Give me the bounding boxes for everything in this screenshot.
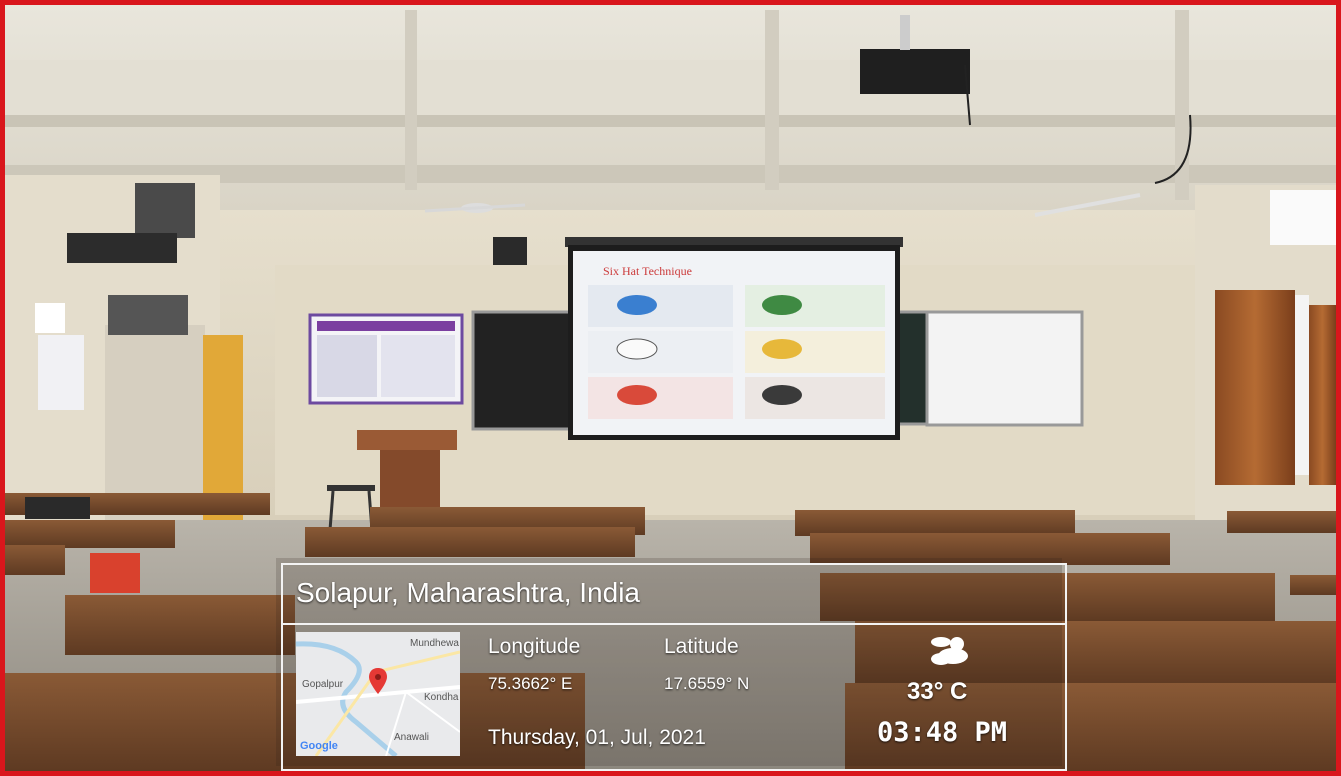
- longitude-label: Longitude: [488, 635, 581, 658]
- location-map[interactable]: Mundhewa Gopalpur Kondha Anawali Google: [296, 632, 460, 756]
- photo-frame: Six Hat Technique Solapur, Maharashtra, …: [0, 0, 1341, 776]
- latitude-label: Latitude: [664, 635, 739, 658]
- temperature: 33° C: [907, 678, 968, 705]
- latitude-value: 17.6559° N: [664, 674, 750, 693]
- map-label-kondha: Kondha: [424, 692, 459, 703]
- location-title-row: Solapur, Maharashtra, India: [283, 565, 1065, 625]
- time-text: 03:48 PM: [877, 717, 1008, 748]
- date-text: Thursday, 01, Jul, 2021: [488, 726, 706, 749]
- map-label-gopalpur: Gopalpur: [302, 679, 344, 690]
- location-pin-icon: [369, 668, 387, 694]
- partly-cloudy-icon: [931, 637, 968, 665]
- map-label-mundhewa: Mundhewa: [410, 638, 459, 649]
- longitude-value: 75.3662° E: [488, 674, 573, 693]
- map-label-anawali: Anawali: [394, 732, 430, 743]
- google-logo: Google: [300, 740, 338, 752]
- geotag-overlay: Solapur, Maharashtra, India Mundhewa Gop…: [281, 563, 1067, 771]
- slide-title: Six Hat Technique: [603, 264, 692, 278]
- location-title: Solapur, Maharashtra, India: [296, 577, 640, 608]
